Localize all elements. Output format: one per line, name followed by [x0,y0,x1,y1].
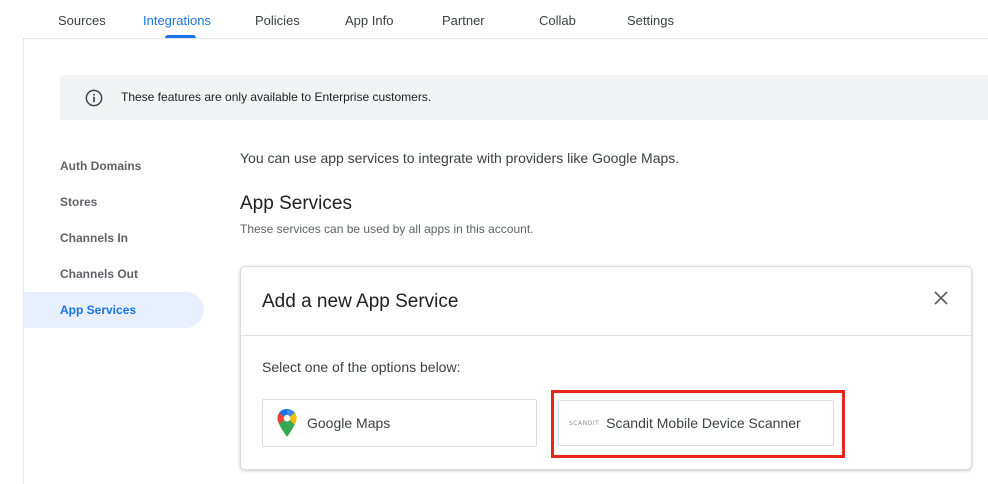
banner-text: These features are only available to Ent… [121,90,432,104]
scandit-label: Scandit Mobile Device Scanner [606,415,801,431]
google-maps-icon [277,409,297,437]
tab-collab[interactable]: Collab [539,0,576,38]
tab-app-info[interactable]: App Info [345,0,393,38]
google-maps-option[interactable]: Google Maps [262,399,537,447]
tab-partner[interactable]: Partner [442,0,485,38]
sidebar-item-app-services[interactable]: App Services [24,292,204,328]
sidebar-item-stores[interactable]: Stores [24,184,204,220]
info-icon [85,89,103,107]
sidebar-item-channels-in[interactable]: Channels In [24,220,204,256]
sidebar-item-auth-domains[interactable]: Auth Domains [24,148,204,184]
google-maps-label: Google Maps [307,415,391,431]
tab-sources[interactable]: Sources [58,0,106,38]
enterprise-banner: These features are only available to Ent… [60,75,988,120]
scandit-logo: SCANDIT [569,419,600,427]
page-subtitle: These services can be used by all apps i… [240,222,534,236]
sidebar-item-channels-out[interactable]: Channels Out [24,256,204,292]
tab-settings[interactable]: Settings [627,0,674,38]
scandit-option[interactable]: SCANDIT Scandit Mobile Device Scanner [558,400,834,446]
dialog-divider [241,335,971,336]
dialog-title: Add a new App Service [262,291,459,312]
close-icon[interactable] [930,287,952,309]
intro-text: You can use app services to integrate wi… [240,150,680,166]
add-app-service-dialog: Add a new App Service Select one of the … [240,266,972,470]
top-tab-bar: Sources Integrations Policies App Info P… [0,0,988,38]
dialog-prompt: Select one of the options below: [262,359,461,375]
page-title: App Services [240,193,352,214]
tab-policies[interactable]: Policies [255,0,300,38]
tab-integrations[interactable]: Integrations [143,0,211,38]
